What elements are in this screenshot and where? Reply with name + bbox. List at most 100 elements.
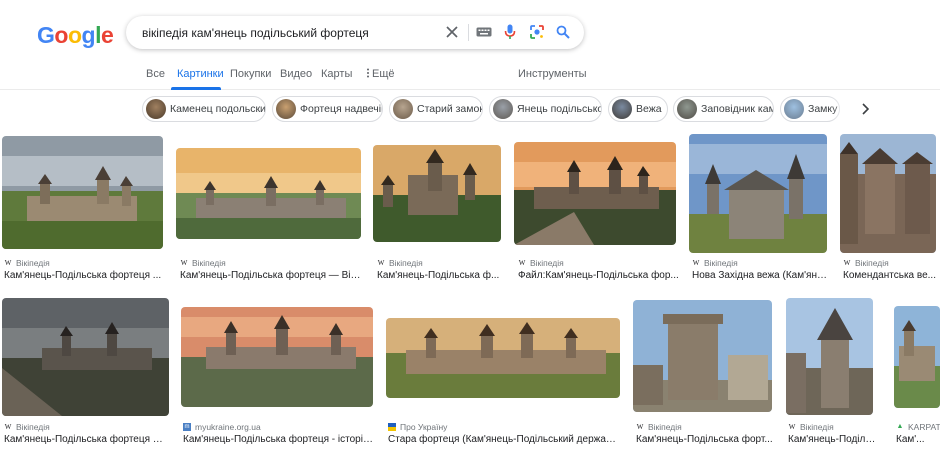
microphone-icon[interactable] [500,22,520,42]
result-image[interactable] [689,134,827,253]
logo-letter: G [37,22,55,48]
chip-thumbnail [784,99,804,119]
logo-letter: e [100,22,114,48]
wikipedia-icon: W [377,259,385,267]
result-title[interactable]: Кам'янець-Подільська фортеця - історія..… [183,434,375,445]
source-label: myukraine.org.ua [195,422,261,432]
lens-icon[interactable] [527,22,547,42]
source-label: Вікіпедія [855,258,889,268]
result-source: W Вікіпедія [636,422,682,432]
wikipedia-icon: W [636,423,644,431]
tab-shopping[interactable]: Покупки [230,68,271,80]
result-source: W Вікіпедія [692,258,738,268]
result-image[interactable] [181,307,373,407]
result-image[interactable] [386,318,620,398]
logo-letter: o [54,22,68,48]
result-title[interactable]: Нова Західна вежа (Кам'яне... [692,270,830,281]
chip-tower[interactable]: Вежа [608,96,668,122]
chip-label: Старий замок [417,103,483,115]
result-image[interactable] [2,136,163,249]
chip-label: Каменец подольский [170,103,266,115]
chip-thumbnail [276,99,296,119]
search-input[interactable]: вікіпедія кам'янець подільський фортеця [142,26,369,40]
result-image[interactable] [894,306,940,408]
ukraine-flag-icon [388,423,396,431]
source-label: Вікіпедія [704,258,738,268]
chip-label: Заповідник кам [701,103,774,115]
result-image[interactable] [786,298,873,415]
wikipedia-icon: W [4,423,12,431]
result-source: W Вікіпедія [843,258,889,268]
chip-yanets-podilskoi[interactable]: Янець подільської [489,96,602,122]
source-label: Про Україну [400,422,448,432]
divider [468,24,469,41]
chip-thumbnail [493,99,513,119]
result-title[interactable]: Комендантська ве... [843,270,938,281]
result-source: W Вікіпедія [4,422,50,432]
chip-thumbnail [612,99,632,119]
chip-label: Вежа [636,103,662,115]
search-box[interactable]: вікіпедія кам'янець подільський фортеця [126,16,584,49]
tab-more[interactable]: Ещё [364,68,395,80]
result-title[interactable]: Кам'... [896,434,940,445]
result-source: W Вікіпедія [788,422,834,432]
result-title[interactable]: Кам'янець-Подільська форт... [636,434,774,445]
clear-icon[interactable] [442,22,462,42]
result-image[interactable] [373,145,501,242]
source-label: Вікіпедія [16,422,50,432]
chip-thumbnail [146,99,166,119]
logo-letter: g [81,22,96,48]
chip-reserve[interactable]: Заповідник кам [673,96,774,122]
wikipedia-icon: W [180,259,188,267]
tab-images[interactable]: Картинки [177,68,224,80]
result-source: ▲ KARPATY [896,422,940,432]
source-label: Вікіпедія [800,422,834,432]
more-vert-icon [367,68,369,78]
tab-all[interactable]: Все [146,68,165,80]
chip-thumbnail [677,99,697,119]
wikipedia-icon: W [843,259,851,267]
result-title[interactable]: Кам'янець-Подільс... [788,434,878,445]
source-label: Вікіпедія [648,422,682,432]
result-image[interactable] [840,134,936,253]
chip-old-castle[interactable]: Старий замок [389,96,483,122]
chip-label: Янець подільської [517,103,602,115]
result-title[interactable]: Файл:Кам'янець-Подільська фор... [518,270,680,281]
google-logo[interactable]: Google [37,22,114,49]
search-tabs: Все Картинки Покупки Видео Карты Ещё Инс… [0,60,940,90]
tools-button[interactable]: Инструменты [518,68,587,80]
result-source: W Вікіпедія [4,258,50,268]
chip-kamenets-podolsky[interactable]: Каменец подольский [142,96,266,122]
result-image[interactable] [2,298,169,416]
result-title[interactable]: Кам'янець-Подільська ф... [377,270,505,281]
karpaty-icon: ▲ [896,423,904,430]
wikipedia-icon: W [692,259,700,267]
keyboard-icon[interactable] [474,22,494,42]
result-image[interactable] [514,142,676,245]
source-label: Вікіпедія [389,258,423,268]
result-title[interactable]: Кам'янець-Подільська фортеця — Вікі... [180,270,362,281]
source-label: Вікіпедія [192,258,226,268]
chevron-right-icon[interactable] [856,100,874,118]
result-image[interactable] [633,300,772,412]
search-icon[interactable] [553,22,573,42]
source-label: KARPATY [908,422,940,432]
result-title[interactable]: Стара фортеця (Кам'янець-Подільський дер… [388,434,620,445]
result-source: m myukraine.org.ua [183,422,261,432]
tab-videos[interactable]: Видео [280,68,312,80]
chip-label: Фортеця надвечір [300,103,383,115]
wikipedia-icon: W [4,259,12,267]
result-source: W Вікіпедія [180,258,226,268]
result-title[interactable]: Кам'янець-Подільська фортеця ... [4,270,166,281]
tab-maps[interactable]: Карты [321,68,352,80]
logo-letter: o [67,22,82,48]
result-source: Про Україну [388,422,447,432]
active-tab-indicator [171,87,221,90]
result-source: W Вікіпедія [518,258,564,268]
wikipedia-icon: W [788,423,796,431]
result-image[interactable] [176,148,361,239]
myukraine-icon: m [183,423,191,431]
wikipedia-icon: W [518,259,526,267]
result-title[interactable]: Кам'янець-Подільська фортеця —... [4,434,170,445]
chip-fortress-evening[interactable]: Фортеця надвечір [272,96,383,122]
